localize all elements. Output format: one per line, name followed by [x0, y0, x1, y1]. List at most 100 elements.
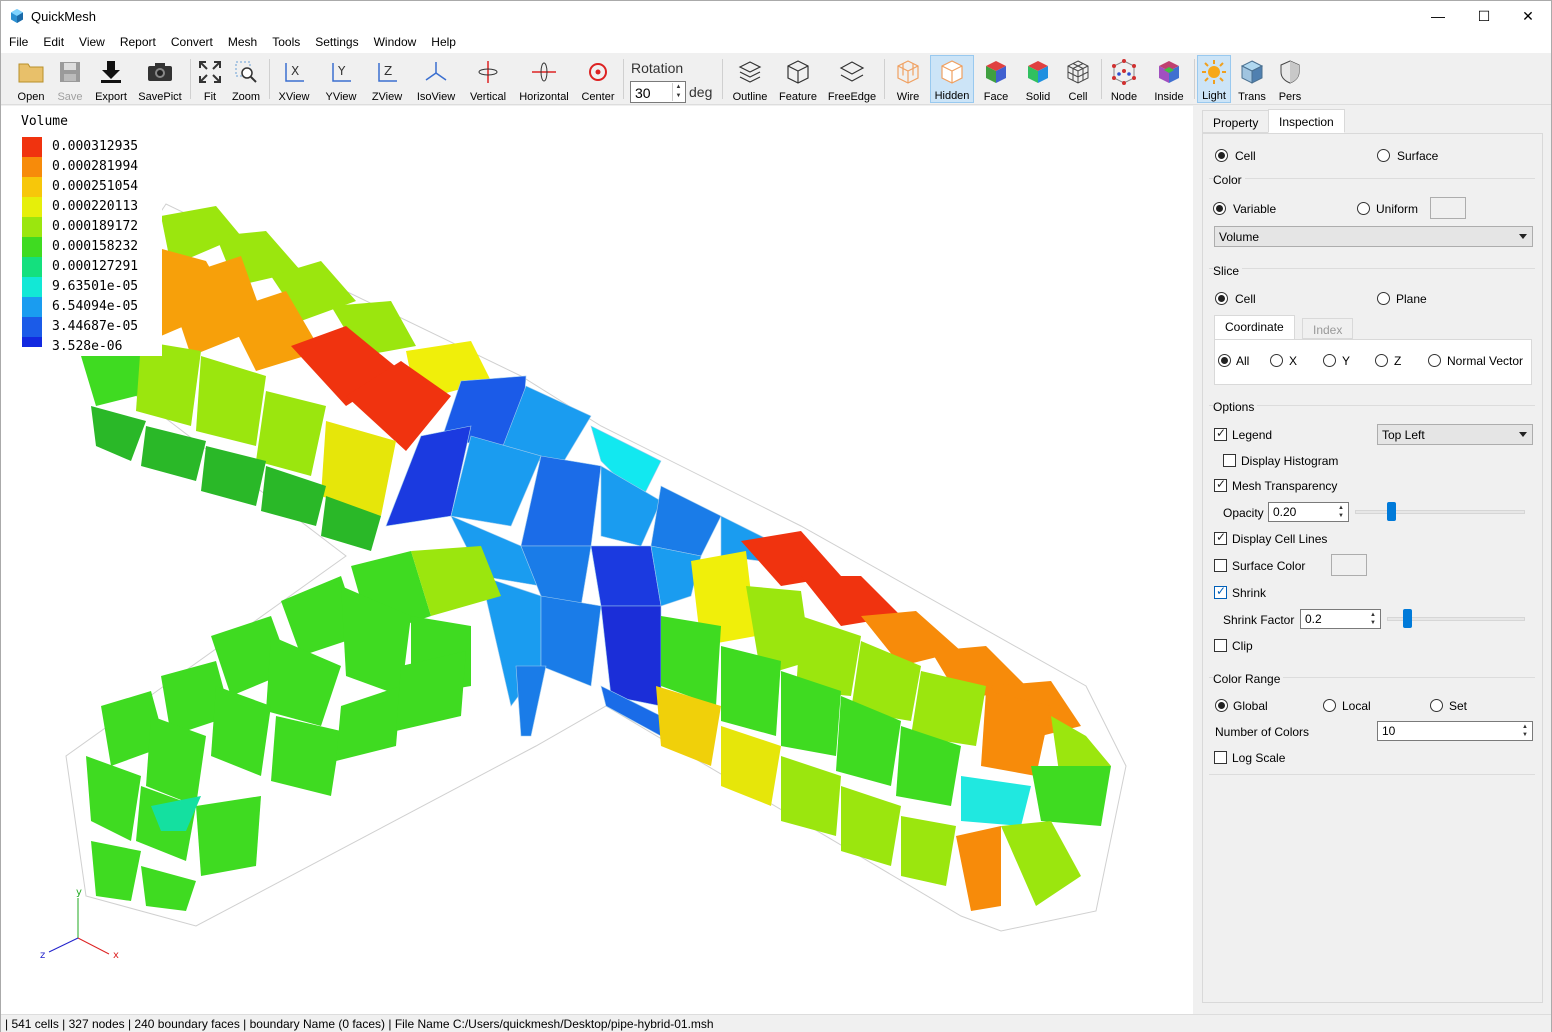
- open-button[interactable]: Open: [14, 55, 48, 103]
- slice-plane-radio[interactable]: [1377, 292, 1390, 305]
- opacity-slider-thumb[interactable]: [1387, 502, 1396, 521]
- tab-coordinate[interactable]: Coordinate: [1214, 315, 1295, 340]
- mesh-transparency-checkbox[interactable]: [1214, 477, 1227, 492]
- opacity-spin-arrows[interactable]: ▲ ▼: [1335, 504, 1347, 520]
- zoom-button[interactable]: Zoom: [230, 55, 262, 103]
- wire-button[interactable]: Wire: [891, 55, 925, 103]
- light-button[interactable]: Light: [1197, 55, 1231, 103]
- rotation-input[interactable]: 30 ▲ ▼: [630, 81, 686, 103]
- folder-icon: [17, 58, 45, 86]
- inside-button[interactable]: Inside: [1150, 55, 1188, 103]
- menu-mesh[interactable]: Mesh: [220, 31, 264, 53]
- trans-button[interactable]: Trans: [1236, 55, 1268, 103]
- menu-convert[interactable]: Convert: [163, 31, 220, 53]
- savepict-button[interactable]: SavePict: [137, 55, 183, 103]
- center-button[interactable]: Center: [579, 55, 617, 103]
- chevron-down-icon: [1519, 432, 1527, 437]
- slice-cell-radio[interactable]: [1215, 292, 1228, 305]
- tab-inspection[interactable]: Inspection: [1268, 109, 1345, 133]
- app-title: QuickMesh: [31, 9, 97, 24]
- target-cell-radio[interactable]: [1215, 149, 1228, 162]
- shrink-checkbox[interactable]: [1214, 584, 1227, 599]
- yview-button[interactable]: Y YView: [322, 55, 360, 103]
- freeedge-icon: [838, 58, 866, 86]
- slice-y-radio[interactable]: [1323, 354, 1336, 367]
- minimize-button[interactable]: —: [1415, 1, 1461, 31]
- svg-text:Z: Z: [384, 64, 392, 78]
- isoview-button[interactable]: IsoView: [414, 55, 458, 103]
- freeedge-button[interactable]: FreeEdge: [827, 55, 877, 103]
- cell-button[interactable]: Cell: [1063, 55, 1093, 103]
- num-colors-spin-arrows[interactable]: ▲ ▼: [1519, 723, 1531, 739]
- display-cell-lines-checkbox[interactable]: [1214, 530, 1227, 545]
- surface-color-checkbox[interactable]: [1214, 559, 1227, 572]
- range-local-radio[interactable]: [1323, 699, 1336, 712]
- node-icon: [1110, 58, 1138, 86]
- axis-x-label: x: [113, 950, 119, 961]
- variable-select[interactable]: Volume: [1214, 226, 1533, 247]
- maximize-button[interactable]: ☐: [1461, 1, 1507, 31]
- pers-button[interactable]: Pers: [1275, 55, 1305, 103]
- range-global-radio[interactable]: [1215, 699, 1228, 712]
- node-button[interactable]: Node: [1108, 55, 1140, 103]
- color-uniform-radio[interactable]: [1357, 202, 1370, 215]
- face-button[interactable]: Face: [980, 55, 1012, 103]
- save-button[interactable]: Save: [53, 55, 87, 103]
- zview-button[interactable]: Z ZView: [369, 55, 405, 103]
- slice-x-radio[interactable]: [1270, 354, 1283, 367]
- yview-icon: Y: [327, 58, 355, 86]
- target-surface-radio[interactable]: [1377, 149, 1390, 162]
- horizontal-rotate-icon: [530, 58, 558, 86]
- legend-swatch: [22, 277, 42, 297]
- xview-button[interactable]: X XView: [276, 55, 312, 103]
- uniform-color-button[interactable]: [1430, 197, 1466, 219]
- num-colors-input[interactable]: 10 ▲ ▼: [1377, 721, 1533, 741]
- color-variable-radio[interactable]: [1213, 202, 1226, 215]
- opacity-label: Opacity: [1223, 506, 1264, 520]
- hidden-button[interactable]: Hidden: [930, 55, 974, 103]
- menu-edit[interactable]: Edit: [35, 31, 71, 53]
- surface-color-label: Surface Color: [1232, 559, 1306, 573]
- legend-swatch: [22, 337, 42, 347]
- feature-button[interactable]: Feature: [777, 55, 819, 103]
- shrink-spin-arrows[interactable]: ▲ ▼: [1367, 611, 1379, 627]
- slice-z-radio[interactable]: [1375, 354, 1388, 367]
- display-histogram-checkbox[interactable]: [1223, 454, 1236, 467]
- log-scale-checkbox[interactable]: [1214, 751, 1227, 764]
- color-uniform-label: Uniform: [1376, 202, 1419, 216]
- menu-settings[interactable]: Settings: [307, 31, 365, 53]
- mesh-render[interactable]: [1, 106, 1193, 1014]
- tab-property[interactable]: Property: [1202, 110, 1270, 133]
- outline-button[interactable]: Outline: [730, 55, 770, 103]
- legend-position-select[interactable]: Top Left: [1377, 424, 1533, 445]
- vertical-button[interactable]: Vertical: [467, 55, 509, 103]
- clip-checkbox[interactable]: [1214, 639, 1227, 652]
- menu-report[interactable]: Report: [112, 31, 163, 53]
- menu-file[interactable]: File: [1, 31, 35, 53]
- surface-color-button[interactable]: [1331, 554, 1367, 576]
- opacity-slider-track[interactable]: [1355, 510, 1525, 514]
- menu-window[interactable]: Window: [366, 31, 424, 53]
- rotation-spin-arrows[interactable]: ▲ ▼: [672, 83, 684, 101]
- slice-normal-radio[interactable]: [1428, 354, 1441, 367]
- menu-view[interactable]: View: [71, 31, 112, 53]
- menu-help[interactable]: Help: [423, 31, 463, 53]
- svg-text:X: X: [291, 64, 299, 78]
- menu-tools[interactable]: Tools: [264, 31, 307, 53]
- legend-checkbox[interactable]: [1214, 426, 1227, 441]
- pipe-branch-right: [656, 531, 1111, 911]
- slice-all-radio[interactable]: [1218, 354, 1231, 367]
- range-set-radio[interactable]: [1430, 699, 1443, 712]
- fit-button[interactable]: Fit: [197, 55, 223, 103]
- close-button[interactable]: ✕: [1505, 1, 1551, 31]
- tab-index[interactable]: Index: [1302, 318, 1354, 339]
- export-button[interactable]: Export: [93, 55, 129, 103]
- horizontal-button[interactable]: Horizontal: [517, 55, 571, 103]
- toolbar-separator: [623, 59, 624, 99]
- shrink-slider-thumb[interactable]: [1403, 609, 1412, 628]
- 3d-viewport[interactable]: Volume 0.000312935 0.000281994 0.0002510…: [1, 106, 1193, 1014]
- shrink-factor-input[interactable]: 0.2 ▲ ▼: [1300, 609, 1381, 629]
- opacity-input[interactable]: 0.20 ▲ ▼: [1268, 502, 1349, 522]
- range-global-label: Global: [1233, 699, 1268, 713]
- solid-button[interactable]: Solid: [1021, 55, 1055, 103]
